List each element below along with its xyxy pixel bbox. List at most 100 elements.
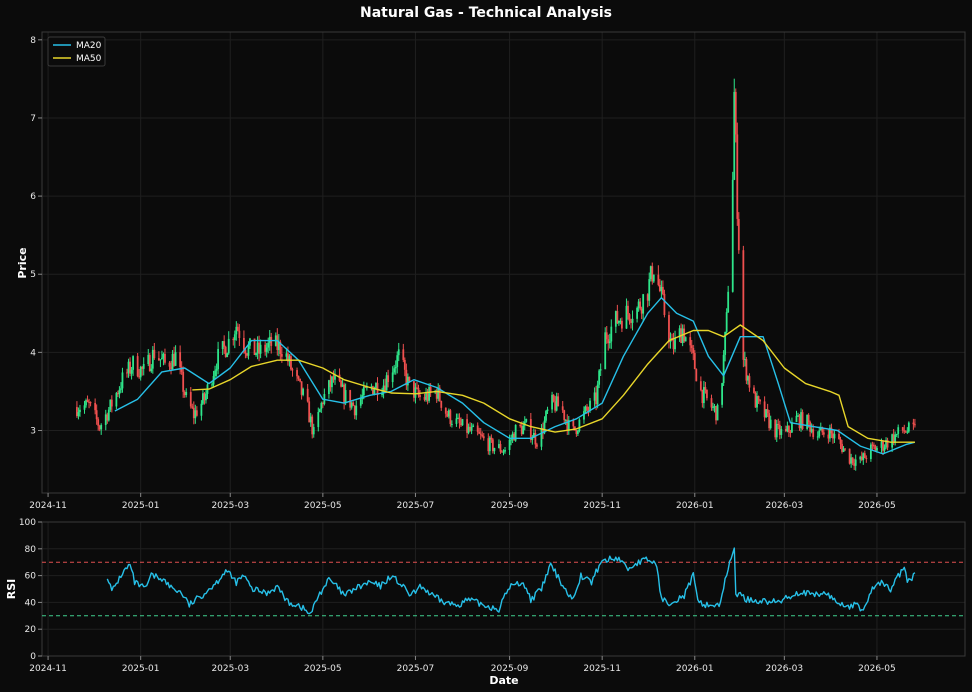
candle-body [461,419,464,426]
candle-body [130,369,133,374]
candle-body [227,338,230,354]
candle-body [121,372,124,389]
candle-body [223,341,226,347]
candle-body [839,439,842,444]
candle-body [631,318,634,323]
rsi-x-tick-label: 2025-03 [211,664,249,674]
candle-body [236,326,239,331]
candle-body [195,410,198,416]
candle-body [118,389,121,395]
candle-body [546,409,549,412]
candle-body [596,384,599,405]
candle-body [259,344,262,354]
candle-body [396,355,399,367]
candle-body [189,392,192,407]
candle-body [529,419,532,440]
candle-body [897,427,900,434]
legend-label-ma20: MA20 [76,41,102,51]
candle-body [822,432,825,435]
candle-body [490,437,493,440]
candle-body [159,359,162,361]
candle-body [164,353,166,363]
candle-body [344,390,347,404]
rsi-y-tick-label: 60 [25,572,37,582]
candle-body [449,410,452,425]
candle-body [255,353,257,355]
candle-body [450,423,453,425]
candle-body [77,412,80,417]
candle-body [661,286,664,294]
candle-body [812,429,815,437]
candle-body [280,353,283,357]
candle-body [215,369,218,371]
candle-body [352,402,355,406]
candle-body [652,274,655,282]
rsi-y-tick-label: 80 [25,545,37,555]
candle-body [214,370,216,377]
rsi-gridlines [42,521,965,657]
candle-body [150,368,153,372]
candle-body [563,410,566,420]
candle-body [86,400,89,402]
candle-body [883,447,886,451]
candle-body [830,427,833,434]
candle-body [168,362,171,367]
candle-body [557,396,560,407]
rsi-threshold-lines [42,561,965,617]
candle-body [393,368,396,373]
candle-body [801,412,804,429]
candle-body [419,395,421,398]
candle-body [589,400,591,411]
rsi-x-tick-label: 2026-01 [676,664,714,674]
rsi-panel-frame [41,521,966,657]
candle-body [402,349,405,360]
candle-body [95,410,98,420]
candle-body [182,371,185,392]
candle-body [775,423,778,438]
candle-body [759,399,761,402]
candle-body [844,448,846,450]
candle-body [851,457,854,464]
candle-body [403,359,406,370]
candle-body [519,424,522,427]
candle-body [290,356,292,370]
price-x-tick-label: 2026-01 [676,501,714,511]
candle-body [901,427,904,431]
candle-body [211,384,213,386]
candle-body [777,423,780,425]
rsi-x-tick-label: 2025-07 [397,664,435,674]
candle-body [903,430,906,432]
candle-body [362,386,365,396]
candle-body [394,366,397,369]
candle-body [153,349,156,359]
candle-body [757,396,760,400]
candle-body [704,387,707,390]
candle-body [642,294,645,314]
candle-body [238,330,241,339]
candle-body [83,405,86,410]
candle-body [397,349,400,356]
candle-body [191,406,194,408]
candle-body [788,425,790,433]
candle-body [598,370,601,385]
candle-body [180,366,183,372]
rsi-x-tick-label: 2024-11 [29,664,67,674]
candle-body [488,437,491,452]
candle-body [628,314,631,322]
date-axis-label: Date [489,674,518,687]
candle-body [185,392,188,396]
candle-body [731,179,734,292]
price-x-tick-label: 2025-05 [304,501,342,511]
candle-body [205,393,207,401]
candle-body [217,349,219,370]
candle-body [510,439,512,441]
candle-body [267,342,270,348]
candle-body [699,381,702,390]
candle-body [265,347,268,352]
axis-titles: Price RSI Date [5,247,519,687]
candle-body [179,352,182,367]
candle-body [318,409,321,412]
candle-body [657,274,660,285]
candle-body [89,402,92,404]
candle-body [736,134,739,219]
